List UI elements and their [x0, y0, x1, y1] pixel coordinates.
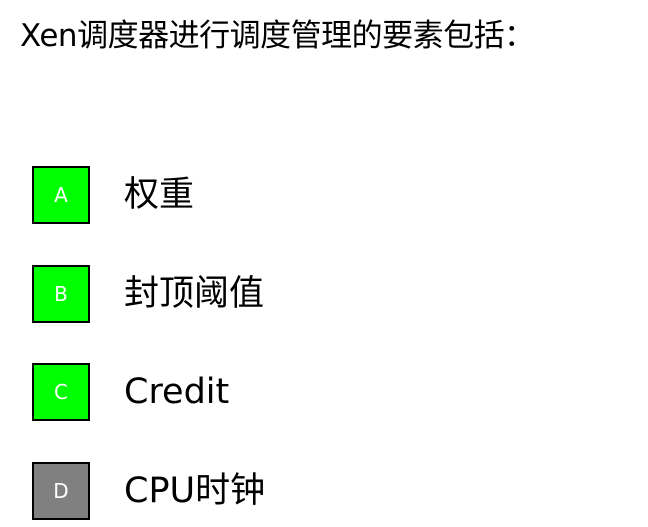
option-c[interactable]: C Credit — [32, 362, 229, 422]
option-b-key: B — [54, 282, 68, 306]
option-b-text: 封顶阈值 — [124, 274, 265, 314]
option-a[interactable]: A 权重 — [32, 165, 194, 225]
option-c-key: C — [54, 380, 68, 404]
option-a-key: A — [54, 183, 68, 207]
option-b-marker[interactable]: B — [32, 265, 90, 323]
option-c-text: Credit — [124, 372, 230, 412]
option-d-marker[interactable]: D — [32, 462, 90, 520]
option-c-marker[interactable]: C — [32, 363, 90, 421]
option-d-key: D — [53, 479, 69, 503]
option-d[interactable]: D CPU时钟 — [32, 461, 265, 521]
option-a-marker[interactable]: A — [32, 166, 90, 224]
option-b[interactable]: B 封顶阈值 — [32, 264, 264, 324]
option-a-text: 权重 — [124, 175, 195, 215]
question-text: Xen调度器进行调度管理的要素包括： — [20, 18, 535, 54]
option-d-text: CPU时钟 — [124, 471, 266, 511]
